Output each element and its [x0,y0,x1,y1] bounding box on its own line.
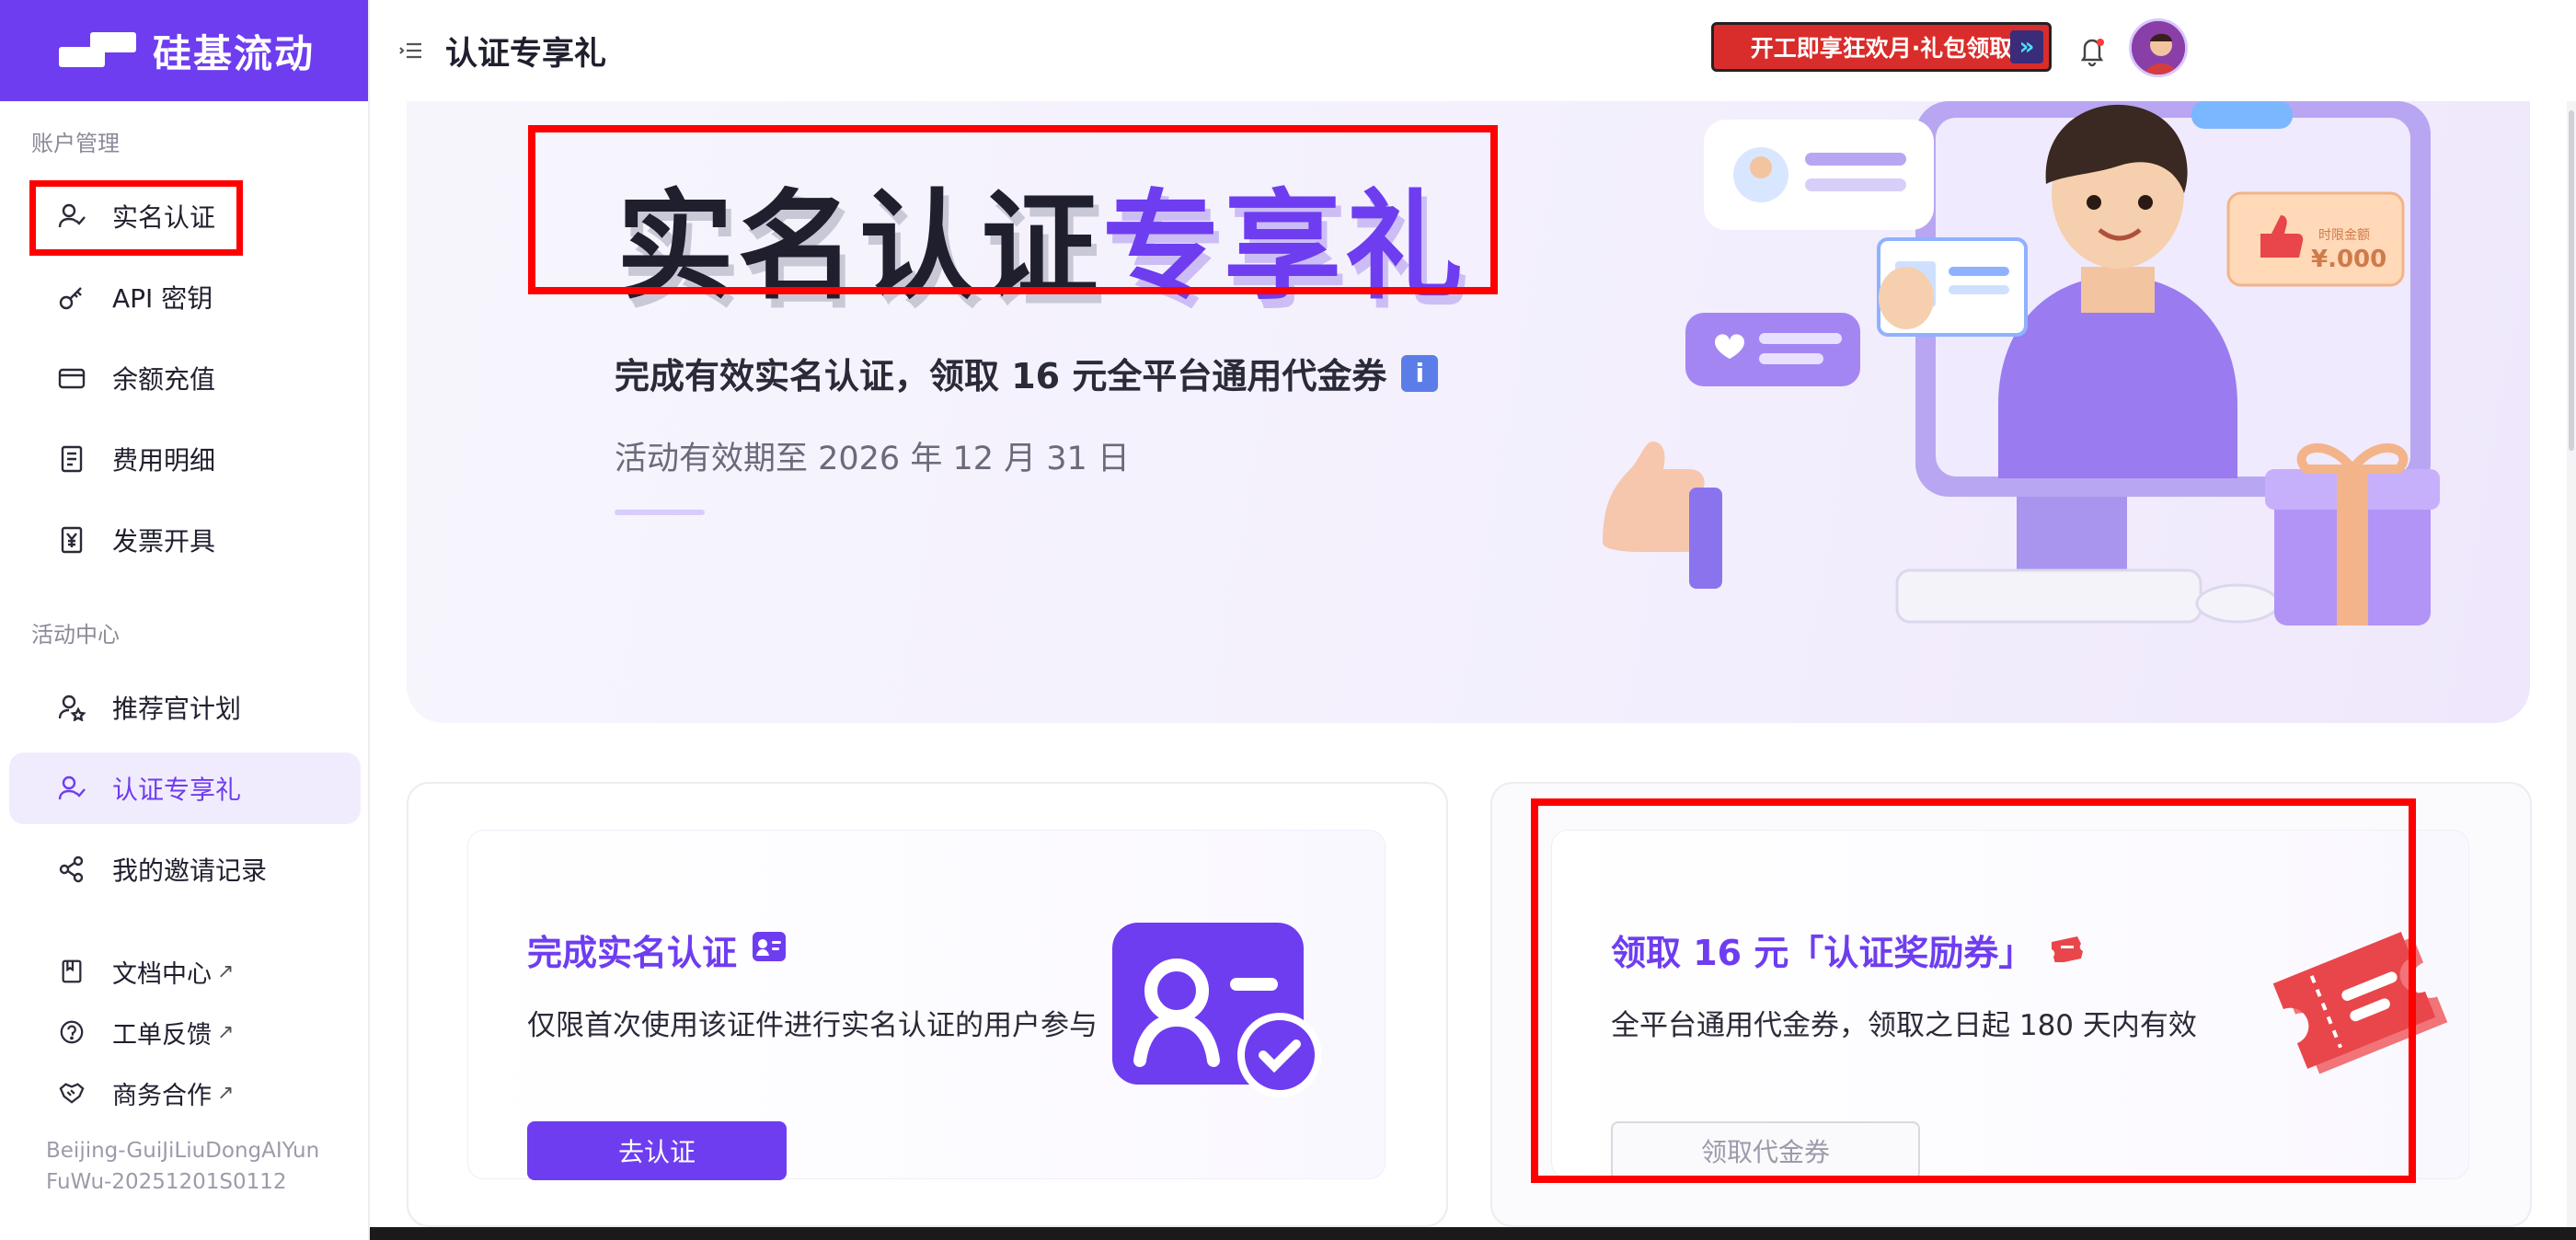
hero-illustration: 时限金额 ¥.000 [1603,101,2440,626]
promo-banner[interactable]: 开工即享狂欢月·礼包领取 » [1711,22,2052,72]
sidebar-item-label: 余额充值 [112,364,216,395]
build-line-1: Beijing-GuiJiLiuDongAIYun [46,1139,320,1163]
receipt-icon [53,441,90,477]
sidebar-item-label: 推荐官计划 [112,694,242,724]
annotation-highlight-sidebar [29,180,243,256]
sidebar-item-invites[interactable]: 我的邀请记录 [9,833,361,905]
sidebar-item-tickets[interactable]: 工单反馈 ↗ [9,1005,361,1060]
user-star-icon [53,689,90,726]
invoice-yuan-icon [53,522,90,558]
card-verify: 完成实名认证 仅限首次使用该证件进行实名认证的用户参与 去认证 [407,782,1448,1227]
sidebar-item-docs[interactable]: 文档中心 ↗ [9,944,361,999]
hero-subtitle: 完成有效实名认证，领取 16 元全平台通用代金券 i [615,348,1439,398]
go-verify-button[interactable]: 去认证 [527,1121,787,1180]
hero-subtitle-text: 完成有效实名认证，领取 16 元全平台通用代金券 [615,356,1387,396]
sidebar-item-label: 商务合作 [112,1081,212,1110]
svg-text:时限金额: 时限金额 [2318,228,2370,243]
sidebar-item-referral[interactable]: 推荐官计划 [9,672,361,743]
section-activity: 活动中心 [31,622,120,648]
verify-illustration-icon [1112,923,1322,1097]
brand-mark-icon [59,32,136,69]
card-verify-title: 完成实名认证 [527,924,787,975]
sidebar-item-label: 发票开具 [112,526,216,557]
book-icon [53,953,90,990]
window-bottom-edge [370,1227,2576,1240]
external-link-icon: ↗ [217,1020,235,1044]
sidebar-item-business[interactable]: 商务合作 ↗ [9,1065,361,1120]
card-verify-title-text: 完成实名认证 [527,933,738,973]
credit-card-icon [53,360,90,396]
brand-logo[interactable]: 硅基流动 [0,0,368,101]
user-check-icon [53,770,90,807]
top-header: 认证专享礼 [370,0,2576,101]
page-scrollbar[interactable] [2567,101,2576,1240]
sidebar-item-recharge[interactable]: 余额充值 [9,342,361,414]
sidebar-item-api-key[interactable]: API 密钥 [9,261,361,333]
promo-banner-text: 开工即享狂欢月·礼包领取 [1750,35,2013,62]
info-icon[interactable]: i [1401,354,1439,392]
sidebar-item-invoice[interactable]: 发票开具 [9,504,361,576]
card-verify-desc: 仅限首次使用该证件进行实名认证的用户参与 [527,1009,1098,1042]
hero-divider [615,510,705,515]
collapse-menu-icon[interactable] [397,37,425,64]
annotation-highlight-hero [528,125,1498,294]
sidebar-item-label: 认证专享礼 [112,775,242,805]
sidebar-item-label: 文档中心 [112,959,212,989]
external-link-icon: ↗ [217,1081,235,1105]
sidebar-item-label: 我的邀请记录 [112,855,268,886]
handshake-icon [53,1074,90,1111]
notification-bell-icon[interactable] [2074,31,2110,68]
sidebar-item-label: API 密钥 [112,283,213,314]
card-verify-inner: 完成实名认证 仅限首次使用该证件进行实名认证的用户参与 去认证 [467,830,1386,1180]
id-card-icon [752,930,787,970]
sidebar-item-label: 费用明细 [112,445,216,476]
section-account: 账户管理 [31,131,120,156]
double-chevron-right-icon: » [2010,30,2043,63]
scrollbar-thumb[interactable] [2569,110,2574,451]
sidebar-item-cert-gift[interactable]: 认证专享礼 [9,752,361,824]
sidebar-item-billing[interactable]: 费用明细 [9,423,361,495]
page-title: 认证专享礼 [445,35,607,73]
share-icon [53,851,90,888]
annotation-highlight-voucher [1531,798,2416,1183]
hero-coupon-amount: ¥.000 [2311,246,2386,273]
build-info: Beijing-GuiJiLiuDongAIYun FuWu-20251201S… [46,1135,319,1198]
key-icon [53,279,90,316]
brand-name: 硅基流动 [153,30,316,76]
hero-date: 活动有效期至 2026 年 12 月 31 日 [615,441,1130,477]
build-line-2: FuWu-20251201S0112 [46,1170,287,1194]
help-circle-icon [53,1014,90,1051]
external-link-icon: ↗ [217,959,235,983]
avatar[interactable] [2129,18,2188,77]
sidebar-item-label: 工单反馈 [112,1020,212,1050]
